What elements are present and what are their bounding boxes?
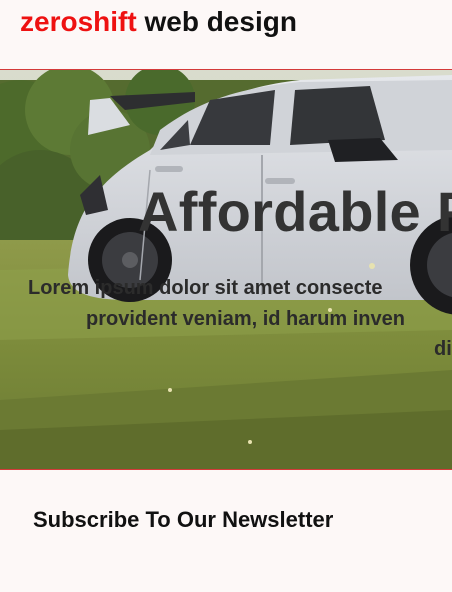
hero-text-line: Lorem ipsum dolor sit amet consecte: [28, 277, 383, 299]
hero-car-image: [0, 70, 452, 469]
site-header: zeroshift web design: [0, 0, 452, 70]
hero-text-line: provident veniam, id harum inven: [86, 308, 405, 330]
brand-accent-text: zeroshift: [20, 6, 137, 37]
newsletter-section: Subscribe To Our Newsletter: [0, 470, 452, 592]
hero-section: Affordable P Lorem ipsum dolor sit amet …: [0, 69, 452, 470]
brand-logo[interactable]: zeroshift web design: [20, 5, 297, 39]
newsletter-title: Subscribe To Our Newsletter: [33, 507, 334, 532]
brand-rest-text: web design: [136, 6, 297, 37]
hero-text-line: di: [434, 338, 452, 360]
hero-title: Affordable P: [138, 180, 452, 243]
